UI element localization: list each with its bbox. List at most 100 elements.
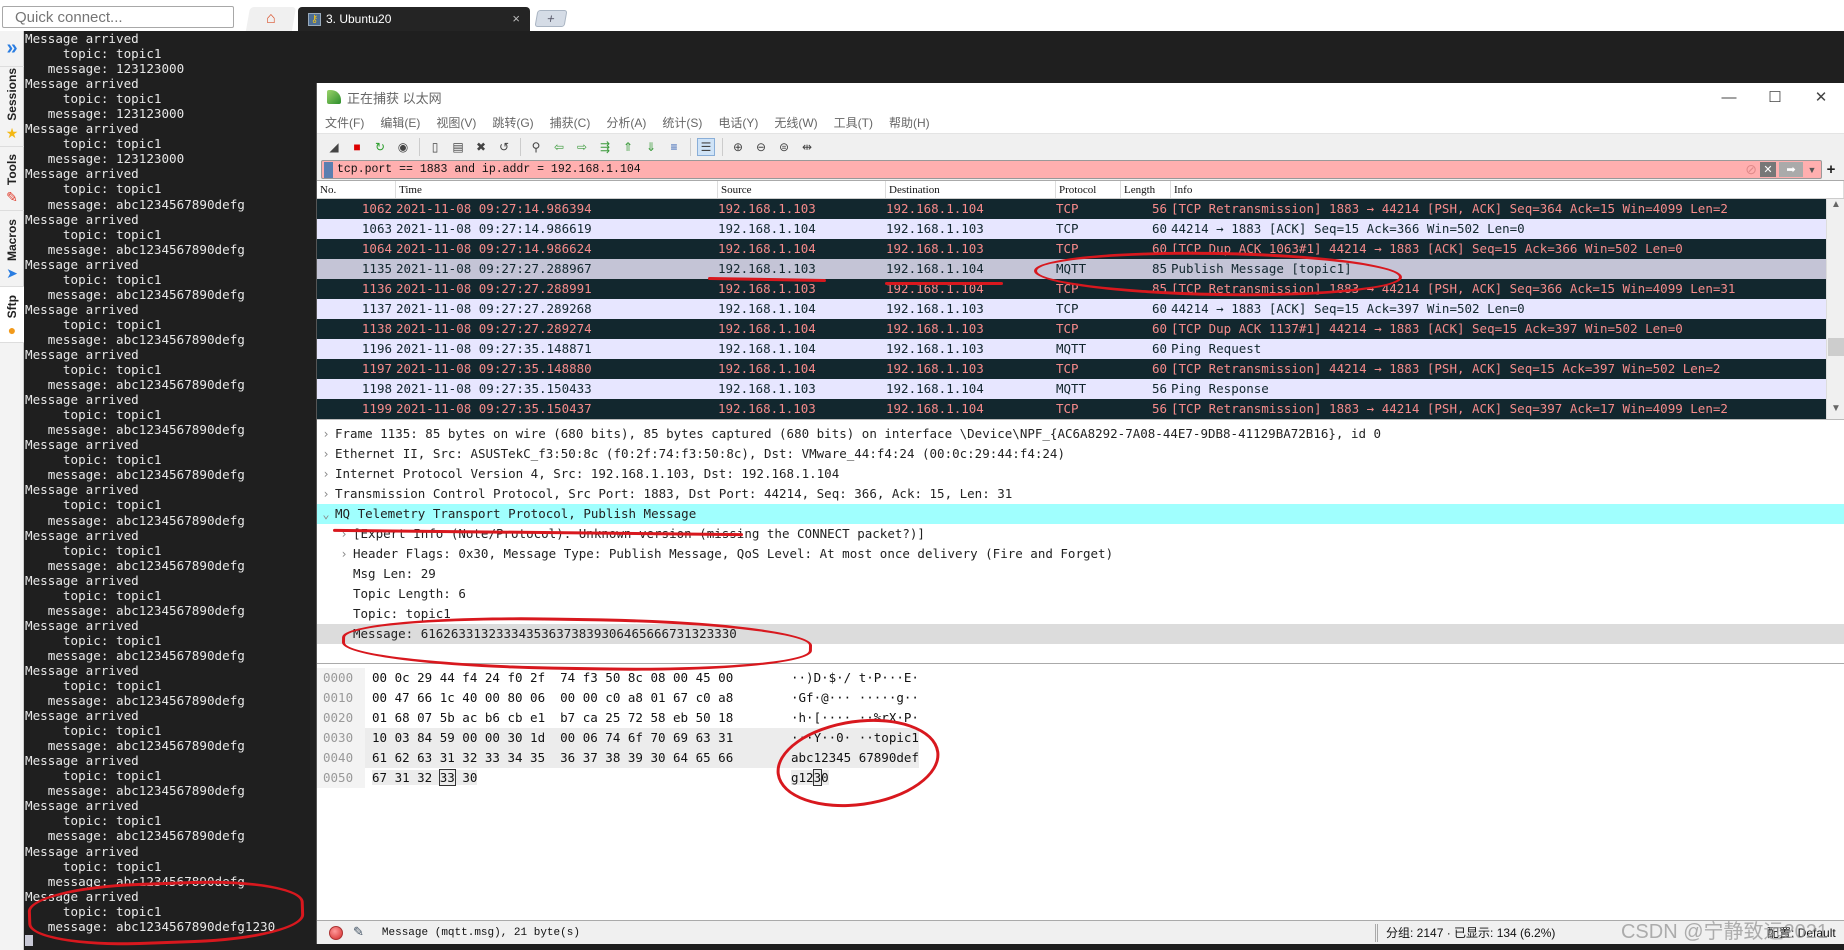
- sidetab-sftp[interactable]: Sftp ●: [0, 287, 24, 343]
- go-back-icon[interactable]: ⇦: [550, 138, 568, 156]
- detail-tree-item[interactable]: › Internet Protocol Version 4, Src: 192.1…: [317, 464, 1844, 484]
- hex-dump-row[interactable]: 0050 67 31 32 33 30 g1230: [317, 768, 1844, 788]
- clear-filter-icon[interactable]: ✕: [1760, 162, 1776, 177]
- packet-row[interactable]: 1063 2021-11-08 09:27:14.986619 192.168.1.…: [317, 219, 1844, 239]
- close-tab-icon[interactable]: ×: [512, 11, 520, 26]
- packet-row[interactable]: 1136 2021-11-08 09:27:27.288991 192.168.1.…: [317, 279, 1844, 299]
- column-header-no[interactable]: No.: [317, 181, 396, 198]
- expand-arrow-icon[interactable]: ›: [317, 424, 335, 444]
- packet-row[interactable]: 1137 2021-11-08 09:27:27.289268 192.168.1.…: [317, 299, 1844, 319]
- find-packet-icon[interactable]: ⚲: [527, 138, 545, 156]
- column-header-length[interactable]: Length: [1121, 181, 1171, 198]
- menu-item[interactable]: 电话(Y): [718, 114, 758, 131]
- column-header-protocol[interactable]: Protocol: [1056, 181, 1121, 198]
- menu-item[interactable]: 编辑(E): [380, 114, 420, 131]
- packet-row[interactable]: 1197 2021-11-08 09:27:35.148880 192.168.1.…: [317, 359, 1844, 379]
- ascii-bytes[interactable]: ·Gf·@··· ·····g··: [783, 688, 919, 708]
- close-window-button[interactable]: ✕: [1798, 83, 1844, 111]
- close-file-icon[interactable]: ✖: [472, 138, 490, 156]
- packet-list-scrollbar[interactable]: ▲ ▼: [1826, 199, 1844, 419]
- hex-bytes[interactable]: 10 03 84 59 00 00 30 1d 00 06 74 6f 70 6…: [365, 728, 783, 748]
- packet-row[interactable]: 1138 2021-11-08 09:27:27.289274 192.168.1.…: [317, 319, 1844, 339]
- hex-dump-row[interactable]: 0000 00 0c 29 44 f4 24 f0 2f 74 f3 50 8c …: [317, 668, 1844, 688]
- menu-item[interactable]: 统计(S): [662, 114, 702, 131]
- sidetab-tools[interactable]: Tools ✎: [0, 147, 24, 211]
- ascii-bytes[interactable]: ·h·[···· ··%rX·P·: [783, 708, 919, 728]
- zoom-in-icon[interactable]: ⊕: [729, 138, 747, 156]
- column-header-source[interactable]: Source: [718, 181, 886, 198]
- packet-row[interactable]: 1062 2021-11-08 09:27:14.986394 192.168.1.…: [317, 199, 1844, 219]
- expand-arrow-icon[interactable]: ›: [335, 544, 353, 564]
- detail-tree-item[interactable]: Topic: topic1: [317, 604, 1844, 624]
- scroll-up-icon[interactable]: ▲: [1827, 199, 1844, 215]
- packet-row[interactable]: 1198 2021-11-08 09:27:35.150433 192.168.1.…: [317, 379, 1844, 399]
- shark-fin-start-icon[interactable]: ◢: [325, 138, 343, 156]
- menu-item[interactable]: 分析(A): [606, 114, 646, 131]
- go-forward-icon[interactable]: ⇨: [573, 138, 591, 156]
- column-header-time[interactable]: Time: [396, 181, 718, 198]
- colorize-icon[interactable]: ☰: [697, 137, 715, 156]
- ascii-bytes[interactable]: abc12345 67890def: [783, 748, 919, 768]
- menu-item[interactable]: 无线(W): [774, 114, 817, 131]
- expand-arrow-icon[interactable]: ›: [317, 444, 335, 464]
- menu-item[interactable]: 跳转(G): [492, 114, 533, 131]
- go-last-icon[interactable]: ⇓: [642, 138, 660, 156]
- packet-row[interactable]: 1064 2021-11-08 09:27:14.986624 192.168.1.…: [317, 239, 1844, 259]
- sidetab-macros[interactable]: Macros ➤: [0, 211, 24, 287]
- detail-tree-item[interactable]: ⌄ MQ Telemetry Transport Protocol, Publis…: [317, 504, 1844, 524]
- go-to-packet-icon[interactable]: ⇶: [596, 138, 614, 156]
- detail-tree-item[interactable]: Message: 6162633132333435363738393064656…: [317, 624, 1844, 644]
- stop-capture-icon[interactable]: ■: [348, 138, 366, 156]
- column-header-destination[interactable]: Destination: [886, 181, 1056, 198]
- capture-options-icon[interactable]: ◉: [394, 138, 412, 156]
- expert-info-icon[interactable]: [329, 925, 343, 940]
- reload-file-icon[interactable]: ↺: [495, 138, 513, 156]
- menu-item[interactable]: 帮助(H): [889, 114, 930, 131]
- terminal-output[interactable]: Message arrived topic: topic1 message: 1…: [24, 31, 316, 950]
- detail-tree-item[interactable]: › Frame 1135: 85 bytes on wire (680 bits)…: [317, 424, 1844, 444]
- sidetab-sessions[interactable]: Sessions ★: [0, 67, 24, 147]
- capture-comment-icon[interactable]: ✎: [353, 925, 364, 940]
- hex-bytes[interactable]: 00 47 66 1c 40 00 80 06 00 00 c0 a8 01 6…: [365, 688, 783, 708]
- hex-bytes[interactable]: 00 0c 29 44 f4 24 f0 2f 74 f3 50 8c 08 0…: [365, 668, 783, 688]
- expand-arrow-icon[interactable]: ›: [335, 524, 353, 544]
- detail-tree-item[interactable]: › Ethernet II, Src: ASUSTekC_f3:50:8c (f0…: [317, 444, 1844, 464]
- quick-connect-input[interactable]: [2, 6, 234, 28]
- detail-tree-item[interactable]: Topic Length: 6: [317, 584, 1844, 604]
- resize-columns-icon[interactable]: ⇹: [798, 138, 816, 156]
- column-header-info[interactable]: Info: [1171, 181, 1844, 198]
- apply-filter-arrow-icon[interactable]: ➡: [1779, 162, 1803, 177]
- filter-history-dropdown-icon[interactable]: ▼: [1806, 162, 1818, 177]
- scroll-down-icon[interactable]: ▼: [1827, 403, 1844, 419]
- hex-bytes[interactable]: 01 68 07 5b ac b6 cb e1 b7 ca 25 72 58 e…: [365, 708, 783, 728]
- go-first-icon[interactable]: ⇑: [619, 138, 637, 156]
- hex-dump-row[interactable]: 0040 61 62 63 31 32 33 34 35 36 37 38 39 …: [317, 748, 1844, 768]
- hex-bytes[interactable]: 61 62 63 31 32 33 34 35 36 37 38 39 30 6…: [365, 748, 783, 768]
- packet-row[interactable]: 1135 2021-11-08 09:27:27.288967 192.168.1.…: [317, 259, 1844, 279]
- add-filter-button[interactable]: +: [1822, 161, 1840, 178]
- ascii-bytes[interactable]: ···Y··0· ··topic1: [783, 728, 919, 748]
- zoom-out-icon[interactable]: ⊖: [752, 138, 770, 156]
- ascii-bytes[interactable]: g1230: [783, 768, 829, 788]
- session-tab-ubuntu20[interactable]: ⚷ 3. Ubuntu20 ×: [298, 7, 530, 31]
- normal-size-icon[interactable]: ⊜: [775, 138, 793, 156]
- home-tab[interactable]: ⌂: [245, 7, 297, 31]
- detail-tree-item[interactable]: › [Expert Info (Note/Protocol): Unknown v…: [317, 524, 1844, 544]
- detail-tree-item[interactable]: › Header Flags: 0x30, Message Type: Publi…: [317, 544, 1844, 564]
- detail-tree-item[interactable]: › Transmission Control Protocol, Src Port…: [317, 484, 1844, 504]
- maximize-button[interactable]: ☐: [1752, 83, 1798, 111]
- detail-tree-item[interactable]: Msg Len: 29: [317, 564, 1844, 584]
- packet-row[interactable]: 1199 2021-11-08 09:27:35.150437 192.168.1.…: [317, 399, 1844, 419]
- packet-row[interactable]: 1196 2021-11-08 09:27:35.148871 192.168.1.…: [317, 339, 1844, 359]
- bookmark-icon[interactable]: [324, 161, 333, 178]
- collapse-arrow-icon[interactable]: ⌄: [317, 504, 335, 524]
- menu-item[interactable]: 工具(T): [834, 114, 873, 131]
- ascii-bytes[interactable]: ··)D·$·/ t·P···E·: [783, 668, 919, 688]
- menu-item[interactable]: 文件(F): [325, 114, 364, 131]
- open-file-icon[interactable]: ▯: [426, 138, 444, 156]
- scroll-thumb[interactable]: [1828, 338, 1844, 356]
- hex-dump-row[interactable]: 0020 01 68 07 5b ac b6 cb e1 b7 ca 25 72 …: [317, 708, 1844, 728]
- expand-arrow-icon[interactable]: ›: [317, 464, 335, 484]
- expand-arrow-icon[interactable]: ›: [317, 484, 335, 504]
- save-file-icon[interactable]: ▤: [449, 138, 467, 156]
